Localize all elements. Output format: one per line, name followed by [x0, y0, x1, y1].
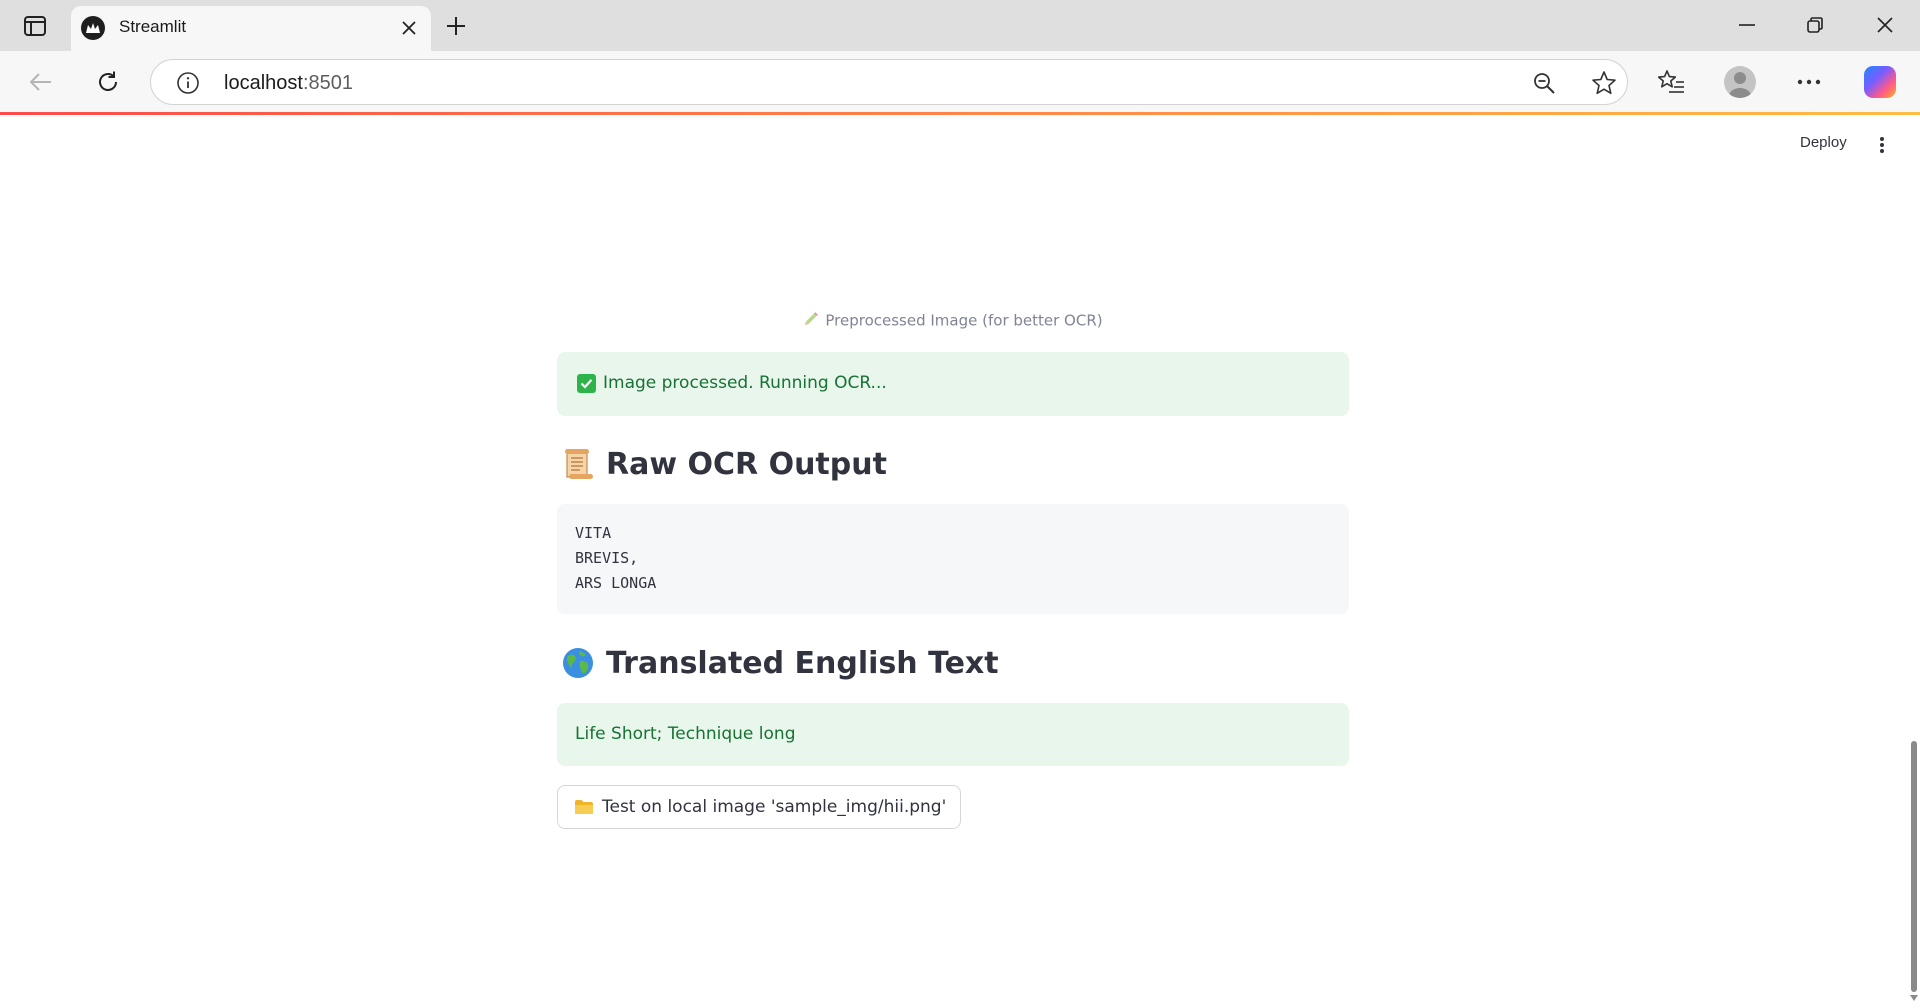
minimize-icon[interactable]: [1724, 8, 1770, 42]
scroll-down-arrow-icon[interactable]: [1910, 995, 1918, 1001]
success-alert: Image processed. Running OCR...: [557, 352, 1349, 416]
translated-heading: Translated English Text: [560, 645, 999, 681]
image-caption-text: Preprocessed Image (for better OCR): [825, 311, 1103, 330]
raw-ocr-code-block: VITA BREVIS, ARS LONGA: [557, 504, 1349, 614]
streamlit-favicon-icon: [81, 16, 105, 40]
zoom-out-icon[interactable]: [1531, 70, 1557, 96]
browser-tab[interactable]: Streamlit: [71, 6, 431, 51]
ocr-line: BREVIS,: [575, 549, 639, 567]
streamlit-app: Deploy Preprocessed Image (for better OC…: [0, 115, 1920, 1008]
back-arrow-icon[interactable]: [23, 64, 59, 100]
copilot-icon[interactable]: [1862, 64, 1898, 100]
favorite-star-icon[interactable]: [1591, 70, 1617, 96]
copilot-logo: [1864, 66, 1896, 98]
restore-icon[interactable]: [1792, 8, 1838, 42]
reload-icon[interactable]: [90, 64, 126, 100]
globe-icon: [560, 645, 596, 681]
favorites-list-icon[interactable]: [1653, 64, 1689, 100]
success-message: Image processed. Running OCR...: [603, 373, 887, 393]
scroll-icon: [560, 446, 596, 482]
url-text: localhost:8501: [224, 72, 353, 95]
more-options-icon[interactable]: [1791, 64, 1827, 100]
raw-ocr-heading: Raw OCR Output: [560, 446, 887, 482]
browser-tab-bar: Streamlit: [0, 0, 1920, 51]
url-host: localhost: [224, 72, 303, 94]
address-bar[interactable]: localhost:8501: [150, 59, 1628, 105]
scrollbar-thumb[interactable]: [1911, 741, 1917, 992]
tab-title: Streamlit: [119, 17, 187, 36]
profile-avatar-icon[interactable]: [1722, 64, 1758, 100]
close-tab-icon[interactable]: [397, 16, 421, 40]
avatar: [1724, 66, 1756, 98]
translation-result-box: Life Short; Technique long: [557, 703, 1349, 766]
tab-actions-icon[interactable]: [18, 12, 52, 40]
ocr-line: ARS LONGA: [575, 574, 657, 592]
site-info-icon[interactable]: [175, 70, 201, 96]
check-mark-icon: [577, 374, 596, 393]
translated-heading-text: Translated English Text: [606, 645, 999, 681]
translated-text: Life Short; Technique long: [575, 724, 796, 744]
test-local-image-button[interactable]: Test on local image 'sample_img/hii.png': [557, 785, 962, 829]
page-scrollbar[interactable]: [1908, 115, 1920, 1008]
raw-ocr-heading-text: Raw OCR Output: [606, 446, 887, 482]
ocr-line: VITA: [575, 524, 612, 542]
new-tab-icon[interactable]: [440, 10, 472, 42]
deploy-button[interactable]: Deploy: [1800, 134, 1847, 151]
close-window-icon[interactable]: [1862, 8, 1908, 42]
test-button-label: Test on local image 'sample_img/hii.png': [602, 797, 947, 817]
image-caption: Preprocessed Image (for better OCR): [557, 311, 1349, 331]
main-menu-icon[interactable]: [1870, 133, 1894, 157]
folder-icon: [574, 799, 594, 815]
browser-toolbar: localhost:8501: [0, 51, 1920, 112]
url-port: :8501: [302, 72, 353, 94]
pencil-icon: [803, 311, 819, 331]
